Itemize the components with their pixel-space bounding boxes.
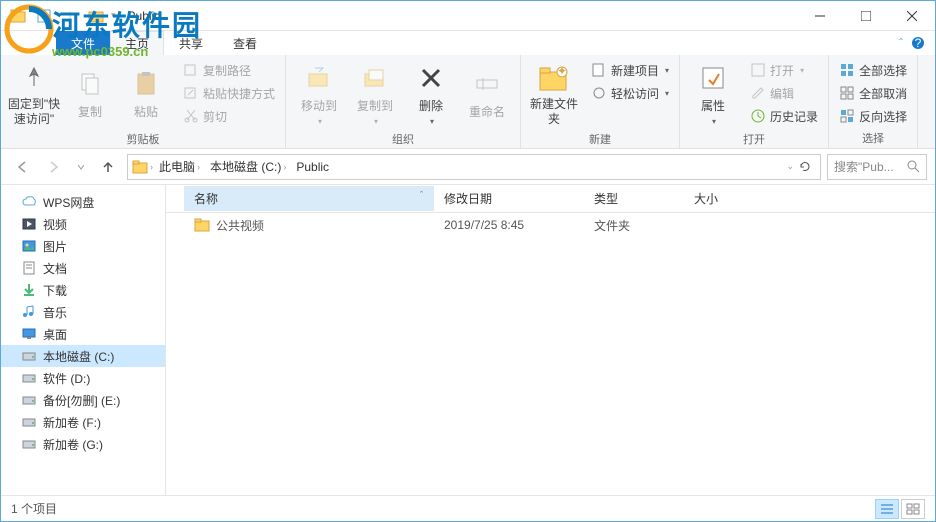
column-headers: 名称ˆ 修改日期 类型 大小 (166, 185, 935, 213)
search-icon (907, 160, 920, 173)
chevron-icon[interactable]: › (150, 162, 153, 172)
invert-button[interactable]: 反向选择 (835, 105, 911, 127)
file-list: 名称ˆ 修改日期 类型 大小 公共视频2019/7/25 8:45文件夹 (166, 185, 935, 495)
back-button[interactable] (9, 154, 35, 180)
sidebar-item[interactable]: 软件 (D:) (1, 367, 165, 389)
item-count: 1 个项目 (11, 500, 57, 517)
col-modified[interactable]: 修改日期 (434, 186, 584, 211)
copy-button[interactable]: 复制 (63, 59, 117, 129)
sidebar-item[interactable]: 新加卷 (F:) (1, 411, 165, 433)
sidebar: WPS网盘视频图片文档下载音乐桌面本地磁盘 (C:)软件 (D:)备份[勿删] … (1, 185, 166, 495)
drive-icon (21, 370, 37, 386)
address-bar-area: › 此电脑› 本地磁盘 (C:)› Public ⌄ 搜索"Pub... (1, 149, 935, 185)
easyaccess-button[interactable]: 轻松访问▾ (587, 82, 673, 104)
sort-indicator: ˆ (420, 190, 423, 207)
cut-button[interactable]: 剪切 (179, 105, 279, 127)
icons-view-button[interactable] (901, 499, 925, 519)
video-icon (21, 216, 37, 232)
delete-button[interactable]: 删除▾ (404, 59, 458, 129)
pin-quickaccess-button[interactable]: 固定到"快速访问" (7, 59, 61, 129)
selectall-button[interactable]: 全部选择 (835, 59, 911, 81)
help-icon[interactable]: ? (911, 36, 925, 50)
tab-home[interactable]: 主页 (110, 31, 164, 55)
sidebar-item[interactable]: 备份[勿删] (E:) (1, 389, 165, 411)
breadcrumb-drive[interactable]: 本地磁盘 (C:)› (206, 156, 290, 177)
sidebar-item[interactable]: 音乐 (1, 301, 165, 323)
col-name[interactable]: 名称ˆ (184, 186, 434, 211)
drive-icon (21, 348, 37, 364)
document-icon (21, 260, 37, 276)
sidebar-item[interactable]: 本地磁盘 (C:) (1, 345, 165, 367)
group-clipboard-label: 剪贴板 (7, 129, 279, 147)
desktop-icon (21, 326, 37, 342)
sidebar-item[interactable]: WPS网盘 (1, 191, 165, 213)
music-icon (21, 304, 37, 320)
cloud-icon (21, 194, 37, 210)
ribbon-collapse-icon[interactable]: ˆ (899, 36, 903, 50)
drive-icon (21, 436, 37, 452)
group-organize-label: 组织 (292, 129, 514, 147)
ribbon-tabs: 文件 主页 共享 查看 ˆ ? (1, 31, 935, 55)
moveto-button[interactable]: 移动到▾ (292, 59, 346, 129)
refresh-icon[interactable] (798, 160, 812, 174)
tab-file[interactable]: 文件 (56, 31, 110, 55)
sidebar-item[interactable]: 图片 (1, 235, 165, 257)
forward-button[interactable] (41, 154, 67, 180)
folder-icon (132, 159, 148, 175)
drive-icon (21, 392, 37, 408)
group-select-label: 选择 (835, 128, 911, 146)
search-input[interactable]: 搜索"Pub... (827, 154, 927, 180)
sidebar-item[interactable]: 新加卷 (G:) (1, 433, 165, 455)
qat-divider: | (59, 5, 81, 27)
details-view-button[interactable] (875, 499, 899, 519)
properties-button[interactable]: 属性▾ (686, 59, 740, 129)
picture-icon (21, 238, 37, 254)
close-button[interactable] (889, 1, 935, 31)
folder-icon (7, 5, 29, 27)
col-type[interactable]: 类型 (584, 186, 684, 211)
edit-button[interactable]: 编辑 (746, 82, 822, 104)
download-icon (21, 282, 37, 298)
breadcrumb-folder[interactable]: Public (292, 158, 333, 176)
folder-icon (194, 217, 210, 233)
sidebar-item[interactable]: 桌面 (1, 323, 165, 345)
drive-icon (21, 414, 37, 430)
rename-button[interactable]: 重命名 (460, 59, 514, 129)
file-row[interactable]: 公共视频2019/7/25 8:45文件夹 (166, 213, 935, 237)
sidebar-item[interactable]: 下载 (1, 279, 165, 301)
group-new-label: 新建 (527, 129, 673, 147)
selectnone-button[interactable]: 全部取消 (835, 82, 911, 104)
group-open-label: 打开 (686, 129, 822, 147)
tab-view[interactable]: 查看 (218, 31, 272, 55)
dropdown-icon[interactable]: ⌄ (786, 161, 794, 172)
sidebar-item[interactable]: 视频 (1, 213, 165, 235)
ribbon: 固定到"快速访问" 复制 粘贴 复制路径 粘贴快捷方式 剪切 剪贴板 移动到▾ … (1, 55, 935, 149)
svg-text:?: ? (915, 36, 922, 50)
svg-text:✦: ✦ (557, 64, 567, 78)
qat-properties[interactable] (33, 5, 55, 27)
col-size[interactable]: 大小 (684, 186, 764, 211)
address-bar[interactable]: › 此电脑› 本地磁盘 (C:)› Public ⌄ (127, 154, 821, 180)
window-title: Public (128, 9, 161, 23)
minimize-button[interactable] (797, 1, 843, 31)
titlebar: | ▾ Public (1, 1, 935, 31)
open-button[interactable]: 打开▾ (746, 59, 822, 81)
pasteshortcut-button[interactable]: 粘贴快捷方式 (179, 82, 279, 104)
statusbar: 1 个项目 (1, 495, 935, 521)
up-button[interactable] (95, 154, 121, 180)
copypath-button[interactable]: 复制路径 (179, 59, 279, 81)
newitem-button[interactable]: 新建项目▾ (587, 59, 673, 81)
newfolder-button[interactable]: ✦新建文件夹 (527, 59, 581, 129)
recent-button[interactable] (73, 154, 89, 180)
breadcrumb-pc[interactable]: 此电脑› (155, 156, 204, 177)
qat-newfolder[interactable] (85, 5, 107, 27)
copyto-button[interactable]: 复制到▾ (348, 59, 402, 129)
sidebar-item[interactable]: 文档 (1, 257, 165, 279)
history-button[interactable]: 历史记录 (746, 105, 822, 127)
tab-share[interactable]: 共享 (164, 31, 218, 55)
maximize-button[interactable] (843, 1, 889, 31)
paste-button[interactable]: 粘贴 (119, 59, 173, 129)
